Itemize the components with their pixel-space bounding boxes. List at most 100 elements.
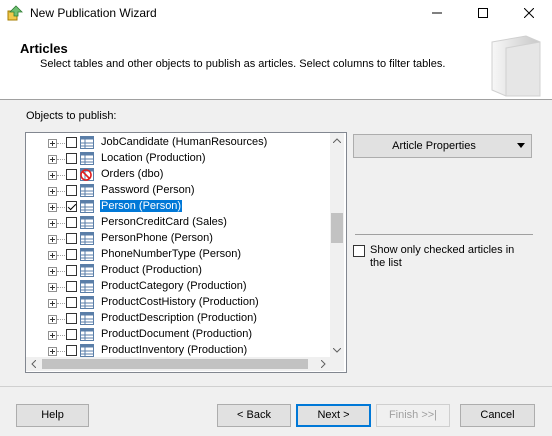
tree-item-checkbox[interactable] bbox=[66, 217, 77, 228]
tree-item-checkbox[interactable] bbox=[66, 153, 77, 164]
tree-item-checkbox[interactable] bbox=[66, 345, 77, 356]
tree-item-checkbox[interactable] bbox=[66, 265, 77, 276]
expand-icon[interactable] bbox=[48, 155, 57, 164]
tree-item[interactable]: ProductCostHistory (Production) bbox=[26, 295, 336, 311]
objects-tree[interactable]: JobCandidate (HumanResources) Location (… bbox=[25, 132, 347, 373]
tree-item-checkbox[interactable] bbox=[66, 329, 77, 340]
tree-item-label: Product (Production) bbox=[101, 264, 202, 276]
tree-item[interactable]: ProductDescription (Production) bbox=[26, 311, 336, 327]
tree-item[interactable]: ProductCategory (Production) bbox=[26, 279, 336, 295]
expand-icon[interactable] bbox=[48, 283, 57, 292]
tree-item[interactable]: Person (Person) bbox=[26, 199, 336, 215]
tree-item-label: Orders (dbo) bbox=[101, 168, 164, 180]
tree-item-label: PhoneNumberType (Person) bbox=[101, 248, 242, 260]
table-icon bbox=[80, 280, 94, 293]
table-icon bbox=[80, 248, 94, 261]
tree-item-label: PersonPhone (Person) bbox=[101, 232, 213, 244]
tree-item[interactable]: ProductDocument (Production) bbox=[26, 327, 336, 343]
tree-item[interactable]: Password (Person) bbox=[26, 183, 336, 199]
table-blocked-icon bbox=[80, 168, 94, 181]
show-only-checked-checkbox[interactable] bbox=[353, 245, 365, 257]
tree-item-checkbox[interactable] bbox=[66, 137, 77, 148]
scrollbar-corner bbox=[330, 357, 344, 371]
tree-item-checkbox[interactable] bbox=[66, 249, 77, 260]
article-properties-button[interactable]: Article Properties bbox=[353, 134, 532, 158]
tree-item[interactable]: PersonPhone (Person) bbox=[26, 231, 336, 247]
expand-icon[interactable] bbox=[48, 187, 57, 196]
table-icon bbox=[80, 184, 94, 197]
minimize-icon bbox=[432, 12, 442, 14]
divider bbox=[355, 234, 533, 235]
article-properties-label: Article Properties bbox=[392, 140, 476, 152]
expand-icon[interactable] bbox=[48, 251, 57, 260]
show-only-checked-label[interactable]: Show only checked articles in the list bbox=[370, 244, 530, 270]
scroll-left-arrow-icon[interactable] bbox=[26, 357, 40, 371]
tree-item-checkbox[interactable] bbox=[66, 281, 77, 292]
title-bar: New Publication Wizard bbox=[0, 0, 552, 26]
tree-item[interactable]: Product (Production) bbox=[26, 263, 336, 279]
expand-icon[interactable] bbox=[48, 203, 57, 212]
wizard-app-icon bbox=[7, 5, 23, 21]
expand-icon[interactable] bbox=[48, 235, 57, 244]
expand-icon[interactable] bbox=[48, 219, 57, 228]
tree-item-label: Person (Person) bbox=[100, 200, 183, 212]
tree-item-label: Location (Production) bbox=[101, 152, 206, 164]
tree-item-checkbox[interactable] bbox=[66, 169, 77, 180]
table-icon bbox=[80, 216, 94, 229]
table-icon bbox=[80, 136, 94, 149]
scroll-right-arrow-icon[interactable] bbox=[316, 357, 330, 371]
page-description: Select tables and other objects to publi… bbox=[40, 58, 446, 70]
expand-icon[interactable] bbox=[48, 299, 57, 308]
tree-item[interactable]: Orders (dbo) bbox=[26, 167, 336, 183]
expand-icon[interactable] bbox=[48, 315, 57, 324]
tree-item-label: ProductCategory (Production) bbox=[101, 280, 247, 292]
expand-icon[interactable] bbox=[48, 171, 57, 180]
tree-item-label: ProductDescription (Production) bbox=[101, 312, 257, 324]
page-title: Articles bbox=[20, 41, 68, 56]
tree-vertical-scrollbar[interactable] bbox=[330, 133, 344, 357]
next-button[interactable]: Next > bbox=[296, 404, 371, 427]
vertical-scroll-thumb[interactable] bbox=[331, 213, 343, 243]
scroll-down-arrow-icon[interactable] bbox=[330, 343, 344, 357]
wizard-header: Articles Select tables and other objects… bbox=[0, 26, 552, 100]
tree-item[interactable]: JobCandidate (HumanResources) bbox=[26, 135, 336, 151]
dropdown-arrow-icon bbox=[517, 143, 525, 148]
back-button[interactable]: < Back bbox=[217, 404, 291, 427]
expand-icon[interactable] bbox=[48, 267, 57, 276]
tree-item-label: ProductDocument (Production) bbox=[101, 328, 253, 340]
tree-item-label: PersonCreditCard (Sales) bbox=[101, 216, 227, 228]
expand-icon[interactable] bbox=[48, 347, 57, 356]
expand-icon[interactable] bbox=[48, 331, 57, 340]
tree-item-checkbox[interactable] bbox=[66, 233, 77, 244]
close-button[interactable] bbox=[506, 0, 552, 26]
table-icon bbox=[80, 152, 94, 165]
tree-item-label: JobCandidate (HumanResources) bbox=[101, 136, 268, 148]
finish-button: Finish >>| bbox=[376, 404, 450, 427]
horizontal-scroll-thumb[interactable] bbox=[42, 359, 308, 369]
scroll-up-arrow-icon[interactable] bbox=[330, 133, 344, 147]
cancel-button[interactable]: Cancel bbox=[460, 404, 535, 427]
table-icon bbox=[80, 232, 94, 245]
tree-horizontal-scrollbar[interactable] bbox=[26, 357, 330, 371]
tree-item[interactable]: PersonCreditCard (Sales) bbox=[26, 215, 336, 231]
help-button[interactable]: Help bbox=[16, 404, 89, 427]
expand-icon[interactable] bbox=[48, 139, 57, 148]
table-icon bbox=[80, 264, 94, 277]
table-icon bbox=[80, 200, 94, 213]
tree-item-label: ProductInventory (Production) bbox=[101, 344, 248, 356]
minimize-button[interactable] bbox=[414, 0, 460, 26]
wizard-banner-icon bbox=[491, 35, 541, 97]
tree-item-label: ProductCostHistory (Production) bbox=[101, 296, 259, 308]
tree-item-checkbox[interactable] bbox=[66, 201, 77, 212]
tree-item[interactable]: PhoneNumberType (Person) bbox=[26, 247, 336, 263]
tree-item-checkbox[interactable] bbox=[66, 185, 77, 196]
tree-item-checkbox[interactable] bbox=[66, 297, 77, 308]
table-icon bbox=[80, 344, 94, 357]
tree-item[interactable]: Location (Production) bbox=[26, 151, 336, 167]
maximize-icon bbox=[478, 8, 488, 18]
maximize-button[interactable] bbox=[460, 0, 506, 26]
table-icon bbox=[80, 312, 94, 325]
window-title: New Publication Wizard bbox=[30, 6, 157, 20]
table-icon bbox=[80, 328, 94, 341]
tree-item-checkbox[interactable] bbox=[66, 313, 77, 324]
